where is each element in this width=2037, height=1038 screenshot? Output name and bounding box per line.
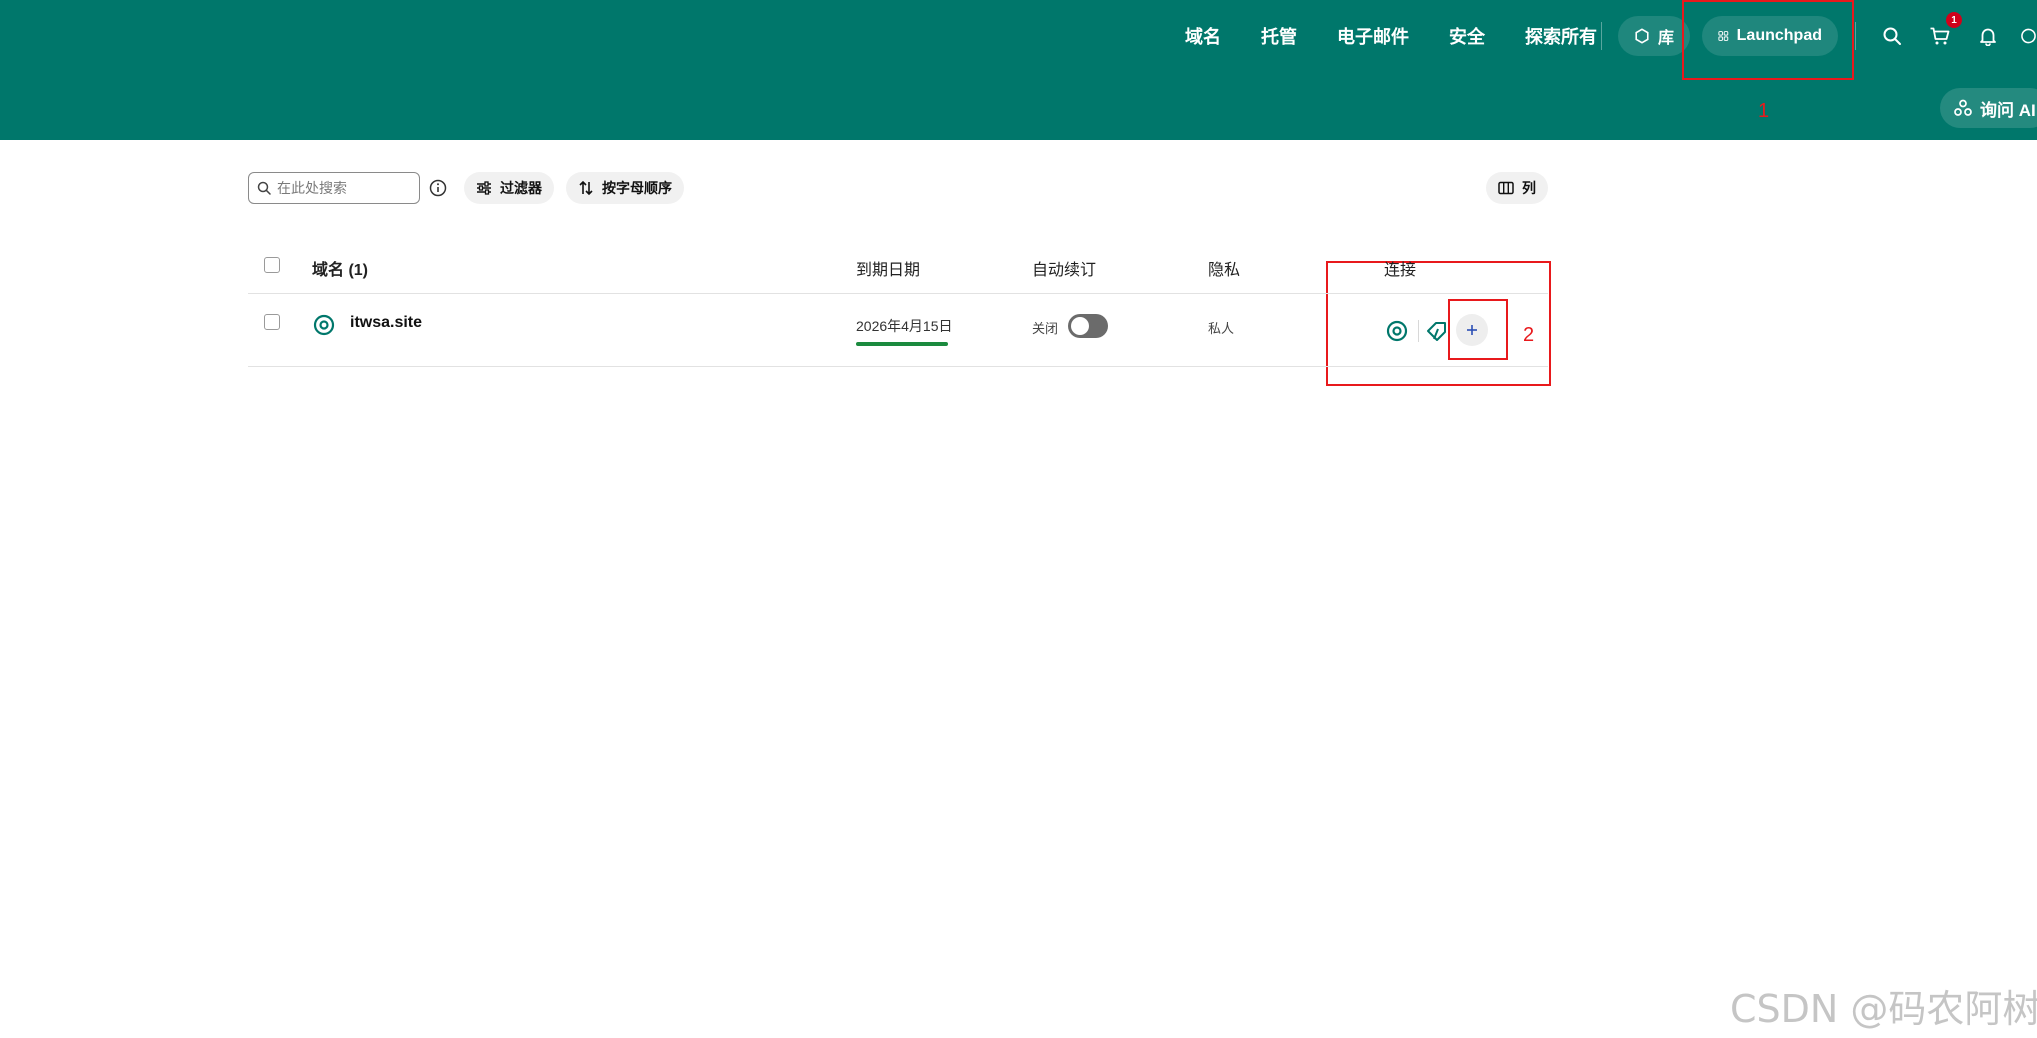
header-divider [248,293,1548,294]
library-label: 库 [1657,30,1674,47]
sort-arrows-icon [579,180,593,196]
filter-button[interactable]: 过滤器 [464,172,554,204]
ask-ai-label: 询问 AI [1980,100,2036,120]
nav-divider [1601,22,1602,50]
search-field[interactable] [248,172,420,204]
sort-button[interactable]: 按字母顺序 [566,172,684,204]
row-checkbox[interactable] [264,314,280,330]
annotation-box-1 [1682,0,1854,80]
sort-label: 按字母顺序 [602,180,672,196]
help-icon [2021,28,2036,44]
col-header-privacy[interactable]: 隐私 [1208,256,1240,280]
col-header-auto-renew[interactable]: 自动续订 [1032,256,1096,280]
nav-divider [1855,22,1856,50]
col-header-connect[interactable]: 连接 [1384,256,1416,280]
library-button[interactable]: 库 [1618,16,1690,56]
nav-email[interactable]: 电子邮件 [1337,23,1409,49]
search-icon [1883,27,1901,45]
nav-explore-all[interactable]: 探索所有 [1525,23,1597,49]
bell-icon [1980,28,1996,46]
add-connection-button[interactable] [1456,314,1488,346]
notifications-button[interactable] [1974,22,2002,50]
nav-hosting[interactable]: 托管 [1261,23,1297,49]
cart-count-badge: 1 [1946,12,1962,28]
main-nav: 域名 托管 电子邮件 安全 探索所有 [1185,22,1637,50]
columns-button[interactable]: 列 [1486,172,1548,204]
watermark: CSDN @码农阿树 [1730,987,2037,1031]
expiry-date: 2026年4月15日 [856,318,953,334]
connect-divider [1418,320,1419,342]
auto-renew-toggle[interactable] [1068,314,1108,338]
nav-domains[interactable]: 域名 [1185,23,1221,49]
search-input[interactable] [277,180,407,196]
nav-security[interactable]: 安全 [1449,23,1485,49]
ai-icon [1954,99,1972,116]
help-button[interactable] [2020,22,2037,50]
domain-icon [313,314,335,336]
toggle-knob [1071,317,1089,335]
col-header-expiry[interactable]: 到期日期 [856,256,920,280]
filter-label: 过滤器 [500,180,542,196]
search-button[interactable] [1878,22,1906,50]
select-all-checkbox[interactable] [264,257,280,273]
cart-icon [1930,27,1950,45]
row-divider [248,366,1548,367]
plus-icon [1467,325,1477,335]
sliders-icon [477,181,491,195]
privacy-status: 私人 [1208,321,1235,336]
connect-email-button[interactable] [1424,318,1450,344]
columns-icon [1498,181,1514,195]
connect-site-button[interactable] [1384,318,1410,344]
col-header-domain[interactable]: 域名 (1) [312,256,368,280]
library-icon [1635,28,1649,44]
annotation-number-2: 2 [1523,324,1535,346]
columns-label: 列 [1522,180,1536,196]
target-site-icon [1386,320,1408,342]
domain-name-link[interactable]: itwsa.site [350,314,422,332]
auto-renew-status: 关闭 [1032,321,1059,336]
expiry-status-bar [856,342,948,346]
search-icon [257,181,271,195]
annotation-number-1: 1 [1758,100,1770,122]
tag-icon [1427,322,1446,341]
ask-ai-button[interactable]: 询问 AI [1940,88,2037,128]
info-icon[interactable] [428,178,448,198]
cart-button[interactable]: 1 [1926,12,1962,50]
